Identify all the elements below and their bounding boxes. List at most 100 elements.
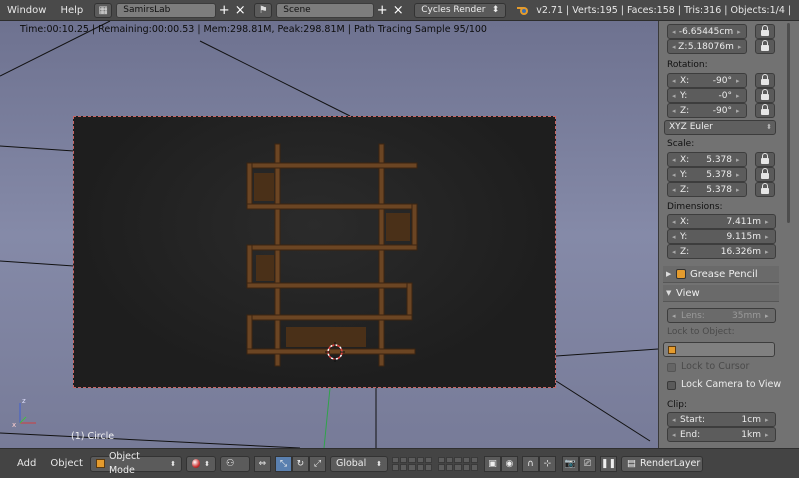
lock-icon — [761, 168, 769, 179]
3d-viewport[interactable]: Time:00:10.25 | Remaining:00:00.53 | Mem… — [0, 21, 658, 448]
layer-lock-icon[interactable]: ▣ — [483, 455, 501, 472]
lock-rotation-x[interactable] — [755, 73, 775, 88]
decrement-icon[interactable]: ◂ — [672, 92, 678, 100]
clip-start-field[interactable]: ◂ Start: 1cm ▸ — [667, 412, 776, 427]
layer-buttons-2[interactable] — [437, 456, 478, 471]
lock-icon — [761, 40, 769, 51]
lock-rotation-z[interactable] — [755, 103, 775, 118]
render-layer-dropdown[interactable]: ▤ RenderLayer — [620, 455, 703, 472]
lock-scale-x[interactable] — [755, 152, 775, 167]
decrement-icon[interactable]: ◂ — [672, 416, 678, 424]
view-panel-header[interactable]: ▼ View — [663, 285, 779, 302]
scale-z-field[interactable]: ◂ Z: 5.378 ▸ — [667, 182, 747, 197]
dimensions-y-field[interactable]: ◂ Y: 9.115m ▸ — [667, 229, 776, 244]
increment-icon[interactable]: ▸ — [737, 28, 742, 36]
lock-icon — [761, 153, 769, 164]
lock-to-cursor-checkbox[interactable] — [667, 363, 676, 372]
grease-pencil-checkbox[interactable] — [676, 269, 686, 279]
render-engine-dropdown[interactable]: Cycles Render ⬍ — [414, 2, 507, 18]
location-y-field[interactable]: ◂ -6.65445cm ▸ — [667, 24, 747, 39]
decrement-icon[interactable]: ◂ — [672, 218, 678, 226]
decrement-icon[interactable]: ◂ — [672, 77, 678, 85]
increment-icon[interactable]: ▸ — [736, 186, 742, 194]
info-header: Window Help ▦ SamirsLab + × ⚑ Scene + × … — [0, 0, 799, 21]
remove-scene-button[interactable]: × — [390, 3, 406, 18]
translate-manipulator-icon[interactable]: ⤡ — [274, 455, 292, 472]
increment-icon[interactable]: ▸ — [765, 248, 771, 256]
rotation-x-field[interactable]: ◂ X: -90° ▸ — [667, 73, 747, 88]
lock-rotation-y[interactable] — [755, 88, 775, 103]
viewport-shading-dropdown[interactable]: ⬍ — [185, 455, 216, 472]
grease-pencil-panel-header[interactable]: ▶ Grease Pencil — [663, 266, 779, 283]
location-z-field[interactable]: ◂ Z: 5.18076m ▸ — [667, 39, 747, 54]
snap-element-icon[interactable]: ⊹ — [538, 455, 556, 472]
scene-icon[interactable]: ⚑ — [254, 2, 273, 18]
snap-magnet-icon[interactable]: ∩ — [521, 455, 539, 472]
render-engine-label: Cycles Render — [421, 4, 486, 15]
pause-icon[interactable]: ❚❚ — [599, 455, 617, 472]
rotation-y-field[interactable]: ◂ Y: -0° ▸ — [667, 88, 747, 103]
menu-object[interactable]: Object — [43, 458, 90, 469]
dimensions-x-field[interactable]: ◂ X: 7.411m ▸ — [667, 214, 776, 229]
scene-name-field[interactable]: Scene — [276, 2, 375, 18]
lock-icon — [761, 25, 769, 36]
rotate-manipulator-icon[interactable]: ↻ — [291, 455, 309, 472]
lock-camera-checkbox[interactable] — [667, 381, 676, 390]
decrement-icon[interactable]: ◂ — [672, 186, 678, 194]
increment-icon[interactable]: ▸ — [765, 233, 771, 241]
object-cube-icon — [668, 345, 676, 354]
rotation-mode-select[interactable]: XYZ Euler ⬍ — [664, 120, 776, 135]
increment-icon[interactable]: ▸ — [736, 156, 742, 164]
interaction-mode-dropdown[interactable]: Object Mode ⬍ — [89, 451, 182, 476]
increment-icon[interactable]: ▸ — [738, 43, 742, 51]
sidebar-scrollbar[interactable] — [787, 23, 790, 223]
layer-buttons-1[interactable] — [391, 456, 432, 471]
3d-cursor-icon[interactable] — [325, 342, 345, 362]
menu-add[interactable]: Add — [10, 458, 43, 469]
render-preview-icon[interactable]: ◉ — [500, 455, 518, 472]
decrement-icon[interactable]: ◂ — [672, 43, 676, 51]
lock-to-object-field[interactable] — [663, 342, 775, 357]
menu-help[interactable]: Help — [53, 5, 90, 16]
scale-y-field[interactable]: ◂ Y: 5.378 ▸ — [667, 167, 747, 182]
scale-x-field[interactable]: ◂ X: 5.378 ▸ — [667, 152, 747, 167]
lock-icon — [761, 74, 769, 85]
lock-location-y[interactable] — [755, 24, 775, 39]
decrement-icon[interactable]: ◂ — [672, 107, 678, 115]
increment-icon[interactable]: ▸ — [765, 312, 771, 320]
lens-field[interactable]: ◂ Lens: 35mm ▸ — [667, 308, 776, 323]
decrement-icon[interactable]: ◂ — [672, 431, 678, 439]
screen-name-field[interactable]: SamirsLab — [116, 2, 217, 18]
rotation-z-field[interactable]: ◂ Z: -90° ▸ — [667, 103, 747, 118]
increment-icon[interactable]: ▸ — [736, 77, 742, 85]
opengl-render-icon[interactable]: 📷 — [561, 455, 579, 472]
axis-label: Y: — [680, 231, 688, 242]
increment-icon[interactable]: ▸ — [736, 92, 742, 100]
increment-icon[interactable]: ▸ — [736, 171, 742, 179]
increment-icon[interactable]: ▸ — [765, 431, 771, 439]
lock-scale-y[interactable] — [755, 167, 775, 182]
decrement-icon[interactable]: ◂ — [672, 233, 678, 241]
manipulator-toggle-icon[interactable]: ⇔ — [253, 455, 271, 472]
clip-end-field[interactable]: ◂ End: 1km ▸ — [667, 427, 776, 442]
scale-label: Scale: — [667, 139, 695, 149]
increment-icon[interactable]: ▸ — [765, 218, 771, 226]
decrement-icon[interactable]: ◂ — [672, 248, 678, 256]
dimensions-z-field[interactable]: ◂ Z: 16.326m ▸ — [667, 244, 776, 259]
lock-location-z[interactable] — [755, 39, 775, 54]
menu-window[interactable]: Window — [0, 5, 53, 16]
screen-layout-icon[interactable]: ▦ — [94, 2, 113, 18]
pivot-point-dropdown[interactable]: ⚇ — [219, 455, 250, 472]
decrement-icon[interactable]: ◂ — [672, 312, 678, 320]
decrement-icon[interactable]: ◂ — [672, 156, 678, 164]
transform-orientation-dropdown[interactable]: Global ⬍ — [329, 455, 388, 472]
add-scene-button[interactable]: + — [374, 3, 390, 18]
remove-screen-button[interactable]: × — [232, 3, 248, 18]
render-anim-icon[interactable]: ⎚ — [578, 455, 596, 472]
decrement-icon[interactable]: ◂ — [672, 171, 678, 179]
lock-scale-z[interactable] — [755, 182, 775, 197]
add-screen-button[interactable]: + — [216, 3, 232, 18]
increment-icon[interactable]: ▸ — [765, 416, 771, 424]
scale-manipulator-icon[interactable]: ⤢ — [308, 455, 326, 472]
increment-icon[interactable]: ▸ — [736, 107, 742, 115]
